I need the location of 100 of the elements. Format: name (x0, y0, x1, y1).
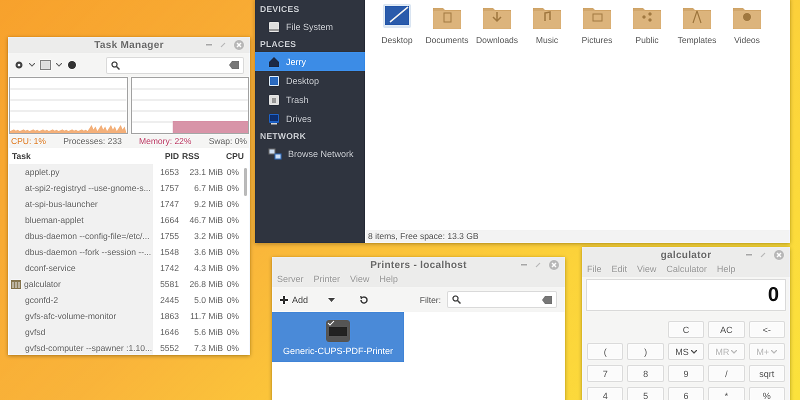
table-cell-text: 5.0 MiB (193, 295, 223, 305)
table-cell-text: 26.8 MiB (188, 279, 223, 289)
keypad-button[interactable]: ( (587, 343, 624, 360)
caret-icon (690, 350, 697, 354)
table-cell-text: 0% (226, 343, 239, 353)
window-icon[interactable] (40, 60, 51, 70)
settings-icon[interactable] (14, 60, 24, 70)
keypad-button[interactable]: <- (748, 321, 785, 338)
column-header[interactable]: CPU (223, 151, 244, 161)
table-cell-text: 1664 (159, 215, 179, 225)
folder-label[interactable]: Videos (734, 35, 760, 45)
column-header[interactable]: RSS (179, 151, 223, 161)
task-name: at-spi-bus-launcher (25, 199, 98, 209)
task-name: dbus-daemon --fork --session --... (25, 247, 152, 257)
search-field[interactable] (106, 56, 244, 74)
table-cell-text: 0% (226, 231, 239, 241)
column-header[interactable]: PID (153, 151, 179, 161)
folder-label[interactable]: Templates (678, 35, 716, 45)
add-button[interactable]: Add (280, 294, 308, 304)
scrollbar[interactable] (244, 168, 247, 196)
table-cell-text: 0% (226, 311, 239, 321)
table-cell-text: 11.7 MiB (189, 311, 223, 321)
caret-icon[interactable] (29, 63, 35, 67)
sidebar-item[interactable]: Trash (255, 90, 365, 109)
table-cell-text: 2445 (159, 295, 179, 305)
sidebar-item[interactable]: Browse Network (255, 144, 365, 163)
table-cell-text: 23.1 MiB (188, 167, 223, 177)
table-cell-text: 0% (226, 327, 239, 337)
filter-field[interactable] (447, 291, 557, 308)
window-title: Task Manager (94, 40, 164, 50)
memory-usage: Memory: 22% (139, 136, 192, 146)
folder-label[interactable]: Documents (426, 35, 468, 45)
sidebar-item[interactable]: Drives (255, 109, 365, 128)
caret-icon[interactable] (328, 298, 336, 302)
caret-icon (731, 350, 738, 354)
cpu-usage: CPU: 1% (11, 136, 46, 146)
table-cell-text: 5.6 MiB (193, 327, 223, 337)
clear-icon[interactable] (542, 296, 552, 304)
table-cell-text: 1646 (159, 327, 179, 337)
caret-icon[interactable] (56, 63, 62, 67)
task-name: blueman-applet (25, 215, 84, 225)
sidebar-item[interactable]: File System (255, 17, 365, 36)
table-cell-text: 1757 (159, 183, 179, 193)
table-cell-text: 1653 (159, 167, 179, 177)
keypad-button[interactable]: / (708, 365, 745, 382)
trash-icon (268, 94, 280, 106)
calculator-display: 0 (586, 279, 786, 311)
table-cell-text: 0% (226, 247, 239, 257)
table-cell-text: 1548 (159, 247, 179, 257)
keypad-button[interactable]: * (708, 387, 745, 400)
filter-label: Filter: (418, 294, 441, 304)
process-count: Processes: 233 (63, 136, 122, 146)
folder-label[interactable]: Desktop (381, 35, 413, 45)
table-cell-text: 3.2 MiB (193, 231, 223, 241)
table-cell-text: 6.7 MiB (193, 183, 223, 193)
window-title: Printers - localhost (370, 260, 467, 270)
task-name: galculator (24, 279, 61, 289)
caret-icon (771, 350, 778, 354)
table-cell-text: 0% (226, 279, 239, 289)
keypad-button[interactable]: 8 (627, 365, 664, 382)
column-header[interactable]: Task (9, 151, 153, 161)
table-cell-text: 3.6 MiB (193, 247, 223, 257)
keypad-button[interactable]: 9 (668, 365, 704, 382)
table-cell-text: 1755 (159, 231, 179, 241)
table-cell-text: 1747 (159, 199, 179, 209)
printer-item[interactable]: Generic-CUPS-PDF-Printer (272, 312, 404, 362)
table-cell-text: 0% (226, 263, 239, 273)
clear-icon[interactable] (229, 61, 239, 69)
refresh-icon[interactable] (359, 294, 370, 304)
table-cell-text: 5581 (159, 279, 179, 289)
keypad-button[interactable]: 5 (627, 387, 664, 400)
table-cell-text: 1863 (159, 311, 179, 321)
keypad-button[interactable]: 4 (587, 387, 624, 400)
table-cell-text: 46.7 MiB (188, 215, 223, 225)
keypad-button[interactable]: % (748, 387, 785, 400)
sidebar-heading: PLACES (259, 38, 298, 51)
keypad-button[interactable]: MS (668, 343, 704, 360)
folder-label[interactable]: Pictures (582, 35, 612, 45)
keypad-button[interactable]: C (668, 321, 704, 338)
task-name: gvfsd (25, 327, 46, 337)
monitor-icon (268, 112, 280, 124)
window-title: galculator (660, 250, 712, 260)
search-icon (111, 60, 120, 70)
home-icon (268, 56, 280, 68)
folder-label[interactable]: Downloads (476, 35, 518, 45)
keypad-button[interactable]: 6 (668, 387, 704, 400)
keypad-button[interactable]: ) (627, 343, 664, 360)
task-name: gvfsd-computer --spawner :1.10... (25, 343, 152, 353)
task-name: at-spi2-registryd --use-gnome-s... (25, 183, 151, 193)
keypad-button[interactable]: sqrt (748, 365, 785, 382)
table-cell-text: 0% (226, 215, 239, 225)
folder-label[interactable]: Music (536, 35, 558, 45)
table-cell-text: 1742 (159, 263, 179, 273)
sidebar-item[interactable]: Desktop (255, 71, 365, 90)
keypad-button[interactable]: AC (708, 321, 745, 338)
table-cell-text: 0% (226, 167, 239, 177)
table-cell-text: 4.3 MiB (193, 263, 223, 273)
desktop-icon (268, 74, 280, 86)
keypad-button[interactable]: 7 (587, 365, 624, 382)
folder-label[interactable]: Public (635, 35, 659, 45)
